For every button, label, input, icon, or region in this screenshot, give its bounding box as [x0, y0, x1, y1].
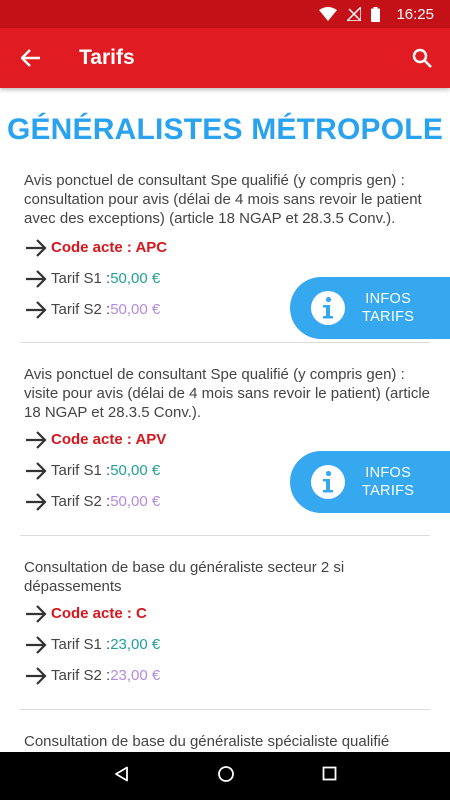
tarif-s1-value: 50,00 € — [110, 270, 161, 287]
section-heading: GÉNÉRALISTES MÉTROPOLE — [6, 113, 444, 146]
tariff-description: Avis ponctuel de consultant Spe qualifié… — [24, 366, 431, 421]
tarif-s1-label: Tarif S1 : — [51, 462, 111, 479]
tarif-s1-value: 23,00 € — [110, 636, 161, 653]
infos-label-line1: INFOS — [365, 465, 412, 481]
arrow-right-icon — [26, 635, 47, 654]
tariff-description: Consultation de base du généraliste sect… — [24, 559, 345, 595]
divider — [20, 342, 430, 343]
triangle-back-icon — [114, 766, 128, 781]
tarif-s1-row: Tarif S1 : 23,00 € — [24, 629, 430, 660]
tariff-item: Consultation de base du généraliste sect… — [24, 558, 430, 691]
app-bar: Tarifs — [0, 28, 450, 88]
info-icon — [311, 465, 345, 499]
arrow-right-icon — [26, 430, 47, 449]
tariff-description: Consultation de base du généraliste spéc… — [24, 733, 390, 750]
tarif-s2-label: Tarif S2 : — [51, 301, 111, 318]
arrow-right-icon — [26, 461, 47, 480]
search-icon — [412, 48, 432, 68]
divider — [20, 709, 430, 710]
tarif-s2-label: Tarif S2 : — [51, 667, 111, 684]
infos-label-line1: INFOS — [365, 291, 412, 307]
square-recents-icon — [322, 766, 336, 781]
arrow-back-icon — [21, 49, 40, 67]
tarif-s2-value: 23,00 € — [110, 667, 161, 684]
infos-tarifs-button[interactable]: INFOS TARIFS — [290, 277, 450, 339]
tarif-s2-row: Tarif S2 : 23,00 € — [24, 660, 430, 691]
code-acte-row: Code acte : C — [24, 598, 430, 629]
infos-tarifs-button[interactable]: INFOS TARIFS — [290, 451, 450, 513]
code-acte-row: Code acte : APC — [24, 232, 430, 263]
circle-home-icon — [217, 765, 234, 782]
arrow-right-icon — [26, 604, 47, 623]
tarif-s2-value: 50,00 € — [110, 301, 161, 318]
tariff-item: Avis ponctuel de consultant Spe qualifié… — [24, 365, 450, 517]
arrow-right-icon — [26, 269, 47, 288]
divider — [20, 535, 430, 536]
infos-tarifs-label: INFOS TARIFS — [362, 464, 414, 500]
tariff-item: Avis ponctuel de consultant Spe qualifié… — [24, 171, 450, 339]
nav-recents-button[interactable] — [322, 766, 337, 786]
arrow-right-icon — [26, 238, 47, 257]
clock: 16:25 — [396, 5, 434, 23]
arrow-right-icon — [26, 300, 47, 319]
info-icon — [311, 291, 345, 325]
search-button[interactable] — [394, 28, 450, 88]
tariff-item: Consultation de base du généraliste spéc… — [24, 732, 430, 751]
battery-icon — [371, 6, 381, 22]
code-acte: Code acte : C — [51, 605, 147, 622]
tarif-s2-label: Tarif S2 : — [51, 493, 111, 510]
nav-back-button[interactable] — [114, 766, 130, 787]
arrow-right-icon — [26, 492, 47, 511]
infos-tarifs-label: INFOS TARIFS — [362, 290, 414, 326]
status-bar: 16:25 — [0, 0, 450, 28]
tarif-s1-value: 50,00 € — [110, 462, 161, 479]
nav-home-button[interactable] — [217, 765, 235, 788]
arrow-right-icon — [26, 666, 47, 685]
infos-label-line2: TARIFS — [362, 483, 415, 499]
code-acte: Code acte : APV — [51, 431, 167, 448]
wifi-icon — [319, 7, 338, 21]
page-title-bar: Tarifs — [79, 46, 135, 69]
tarif-s1-label: Tarif S1 : — [51, 270, 111, 287]
no-signal-icon — [347, 7, 362, 21]
tariff-list[interactable]: GÉNÉRALISTES MÉTROPOLE Avis ponctuel de … — [0, 88, 450, 752]
tariff-description: Avis ponctuel de consultant Spe qualifié… — [24, 172, 422, 227]
system-nav-bar — [0, 752, 450, 800]
tarif-s1-label: Tarif S1 : — [51, 636, 111, 653]
back-button[interactable] — [1, 28, 61, 88]
code-acte: Code acte : APC — [51, 239, 168, 256]
infos-label-line2: TARIFS — [362, 309, 415, 325]
tarif-s2-value: 50,00 € — [110, 493, 161, 510]
